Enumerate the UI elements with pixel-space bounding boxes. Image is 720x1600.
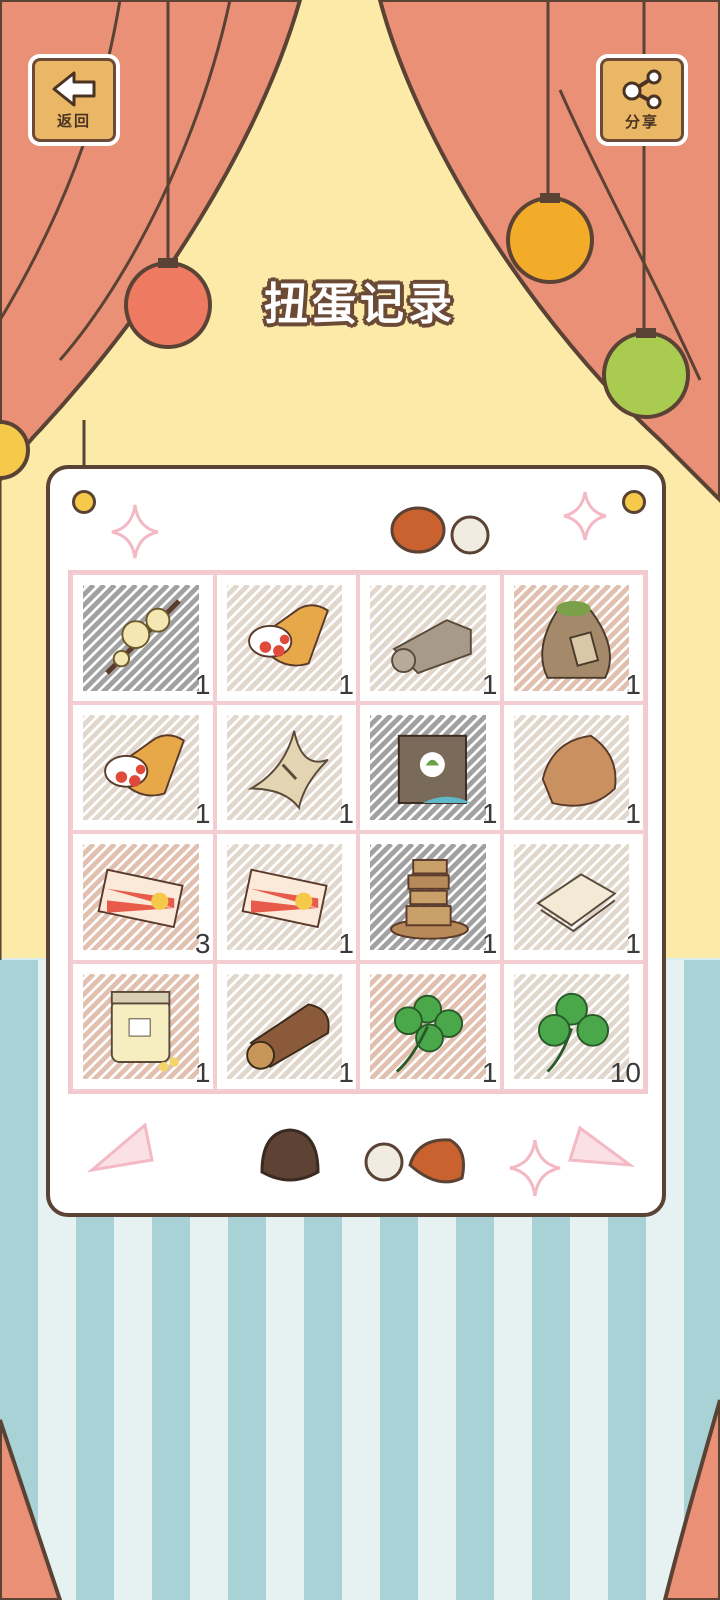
item-cell[interactable]: 1 xyxy=(501,573,645,703)
share-icon xyxy=(622,69,662,109)
wooden-log-icon xyxy=(245,1002,330,1070)
item-count: 10 xyxy=(609,1057,641,1088)
item-grid: 1 1 1 1 1 1 1 1 3 1 1 1 1 1 1 10 xyxy=(68,570,648,1094)
share-label: 分享 xyxy=(624,112,659,131)
item-count: 1 xyxy=(194,798,211,829)
seed-sack-icon xyxy=(540,601,611,679)
share-button[interactable]: 分享 xyxy=(596,54,688,146)
item-count: 1 xyxy=(338,798,354,829)
page-title: 扭蛋记录 xyxy=(264,279,456,330)
gacha-record-screen: 返回 分享 扭蛋记录 1 1 1 1 1 1 1 1 3 1 1 1 1 1 1… xyxy=(0,0,720,1600)
four-leaf-clover-icon xyxy=(394,994,464,1073)
item-cell[interactable]: 1 xyxy=(214,702,358,832)
item-cell[interactable]: 1 xyxy=(214,573,358,703)
item-count: 1 xyxy=(481,1057,498,1088)
item-count: 1 xyxy=(481,668,498,700)
item-cell[interactable]: 1 xyxy=(358,832,502,962)
item-cell[interactable]: 1 xyxy=(501,702,645,832)
item-count: 1 xyxy=(625,798,641,829)
item-cell[interactable]: 1 xyxy=(358,573,502,703)
item-cell[interactable]: 1 xyxy=(214,832,358,962)
item-cell[interactable]: 1 xyxy=(71,961,215,1091)
item-cell[interactable]: 1 xyxy=(501,832,645,962)
strawberry-crepe-icon xyxy=(104,733,185,796)
item-count: 1 xyxy=(625,927,641,959)
back-button[interactable]: 返回 xyxy=(28,54,120,146)
stacked-wood-tower-icon xyxy=(390,859,469,940)
item-count: 1 xyxy=(338,668,354,700)
item-cell[interactable]: 1 xyxy=(358,961,502,1091)
wrapped-parcel-icon xyxy=(541,734,616,807)
item-count: 1 xyxy=(194,1057,211,1088)
pin-icon xyxy=(622,490,646,514)
item-cell[interactable]: 1 xyxy=(214,961,358,1091)
rising-sun-ticket-icon xyxy=(241,868,328,929)
candy-jar-icon xyxy=(110,990,179,1072)
item-cell[interactable]: 1 xyxy=(358,702,502,832)
seed-bag-icon xyxy=(397,734,471,804)
item-cell[interactable]: 1 xyxy=(71,702,215,832)
item-count: 1 xyxy=(338,927,354,959)
arrow-left-icon xyxy=(52,71,96,106)
item-count: 3 xyxy=(194,927,211,959)
item-count: 1 xyxy=(481,798,498,829)
dried-fish-bundle-icon xyxy=(246,730,328,810)
item-count: 1 xyxy=(194,668,211,700)
back-label: 返回 xyxy=(56,111,91,130)
item-count: 1 xyxy=(625,668,641,700)
strawberry-crepe-icon xyxy=(247,604,329,667)
item-cell[interactable]: 3 xyxy=(71,832,215,962)
item-count: 1 xyxy=(481,927,498,959)
plum-blossom-branch-icon xyxy=(105,599,181,675)
item-cell[interactable]: 10 xyxy=(501,961,645,1091)
pin-icon xyxy=(72,490,96,514)
rising-sun-ticket-icon xyxy=(97,868,184,929)
item-cell[interactable]: 1 xyxy=(71,573,215,703)
item-count: 1 xyxy=(338,1057,354,1088)
paper-sheets-icon xyxy=(535,873,617,933)
rolled-cloth-icon xyxy=(391,619,472,675)
